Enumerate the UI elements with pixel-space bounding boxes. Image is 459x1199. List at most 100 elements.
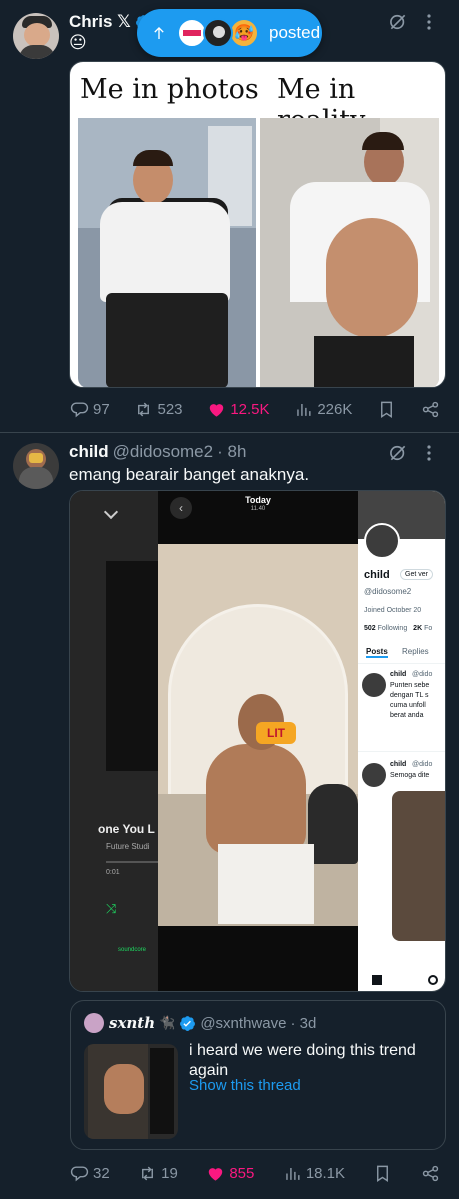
bookmark-button[interactable] [377,400,396,419]
heart-icon [209,1168,223,1181]
arrow-up-icon [154,27,164,39]
reply-button[interactable]: 32 [70,1164,110,1183]
heart-icon [210,404,224,417]
meme-left-caption: Me in photos [80,74,259,105]
profile-joined: Joined October 20 [364,607,422,614]
retweet-button[interactable]: 19 [138,1164,178,1183]
profile-stats: 502 Following 2K Fo [364,625,432,632]
tweet-text: emang bearair banget anaknya. [69,465,310,484]
like-count: 855 [229,1165,255,1182]
posted-label: posted [269,23,321,42]
reply-count: 97 [93,401,110,418]
reply1-line-4: berat anda [390,712,424,719]
quote-author-line: sxnth 🐈‍⬛ @sxnthwave · 3d [109,1014,316,1032]
like-button[interactable]: 855 [206,1164,254,1183]
share-button[interactable] [421,400,440,419]
story-date: Today [245,495,271,505]
share-icon [422,1165,439,1182]
reply2-handle: @dido [412,761,433,768]
retweet-icon [138,402,150,417]
reply-icon [70,402,89,418]
story-photo: LIT [158,544,358,926]
views-count: 226K [317,401,353,418]
more-icon[interactable] [426,444,432,462]
tweet-actions: 32 19 855 18.1K [70,1164,440,1183]
bookmark-button[interactable] [373,1164,392,1183]
grok-icon[interactable] [388,12,408,32]
tweet-1[interactable]: Chris 𝕏 😐 🥵 posted Me in photos Me in re… [0,0,459,432]
avatar[interactable] [13,13,59,59]
followers-count: 2K [413,625,423,632]
profile-handle: @didosome2 [364,587,412,596]
show-thread-link[interactable]: Show this thread [189,1077,301,1094]
reply-button[interactable]: 97 [70,400,110,419]
reply-count: 32 [93,1165,110,1182]
quote-author-handle: @sxnthwave [200,1014,287,1032]
share-icon [422,401,439,418]
tweet-menu [388,12,432,32]
song-time: 0:01 [106,869,120,876]
tweet-actions: 97 523 12.5K 226K [70,400,440,419]
lit-sticker: LIT [256,722,296,744]
author-handle[interactable]: @didosome2 [113,442,213,462]
profile-name: child [364,569,390,581]
tweet-image[interactable]: one You L Future Studi 0:01 ⤨ soundcore … [69,490,446,992]
share-button[interactable] [421,1164,440,1183]
following-label: Following [377,625,408,632]
views-icon [286,1167,300,1180]
like-count: 12.5K [230,401,270,418]
verified-icon [180,1015,196,1031]
song-artist: Future Studi [106,842,150,851]
views-button[interactable]: 226K [294,400,352,419]
pill-avatar-3: 🥵 [229,18,259,48]
reply2-name: child [390,761,407,768]
tweet-menu [388,443,432,463]
get-verified: Get ver [400,569,433,580]
status-emoji: 😐 [69,33,87,52]
meme-photo-right [260,118,439,387]
quote-text: i heard we were doing this trend again [189,1042,416,1079]
followers-label: Fo [424,625,433,632]
author-name[interactable]: child [69,442,109,462]
post-time[interactable]: · 8h [217,442,246,462]
like-button[interactable]: 12.5K [207,400,270,419]
story-time: 11.40 [250,506,266,512]
story-panel: ‹ Today 11.40 LIT [158,491,358,991]
following-count: 502 [364,625,376,632]
author-line: child @didosome2 · 8h [69,442,246,462]
quote-thumbnail [84,1044,178,1139]
profile-panel: child Get ver @didosome2 Joined October … [358,491,445,991]
grok-icon[interactable] [388,443,408,463]
quote-post-time: · 3d [290,1014,317,1032]
retweet-count: 523 [157,401,183,418]
views-icon [297,403,311,416]
author-name[interactable]: Chris 𝕏 [69,12,131,32]
pill-avatar-2 [203,18,233,48]
retweet-button[interactable]: 523 [134,400,183,419]
reply1-handle: @dido [412,671,433,678]
meme-photo-left [78,118,256,387]
new-posts-pill[interactable]: 🥵 posted [137,9,322,57]
reply2-line: Semoga dite [390,772,430,779]
views-button[interactable]: 18.1K [283,1164,345,1183]
chevron-down-icon [103,504,119,520]
song-title: one You L [98,822,155,836]
tweet-image[interactable]: Me in photos Me in reality [69,61,446,388]
reply-icon [70,1166,89,1182]
bookmark-icon [381,401,393,418]
quote-avatar [84,1013,104,1033]
service-label: soundcore [118,947,147,953]
reply1-name: child [390,671,407,678]
search-icon [428,975,438,985]
home-icon [372,975,382,985]
avatar[interactable] [13,443,59,489]
tab-posts: Posts [366,647,388,658]
bookmark-icon [377,1165,389,1182]
music-player-panel: one You L Future Studi 0:01 ⤨ soundcore [70,491,158,991]
quote-author-name: sxnth [109,1014,156,1032]
reply1-line-2: dengan TL s [390,692,429,699]
shuffle-icon: ⤨ [106,901,117,916]
more-icon[interactable] [426,13,432,31]
quoted-tweet[interactable]: sxnth 🐈‍⬛ @sxnthwave · 3d i heard we wer… [70,1000,446,1150]
reply1-line-1: Punten sebe [390,682,430,689]
